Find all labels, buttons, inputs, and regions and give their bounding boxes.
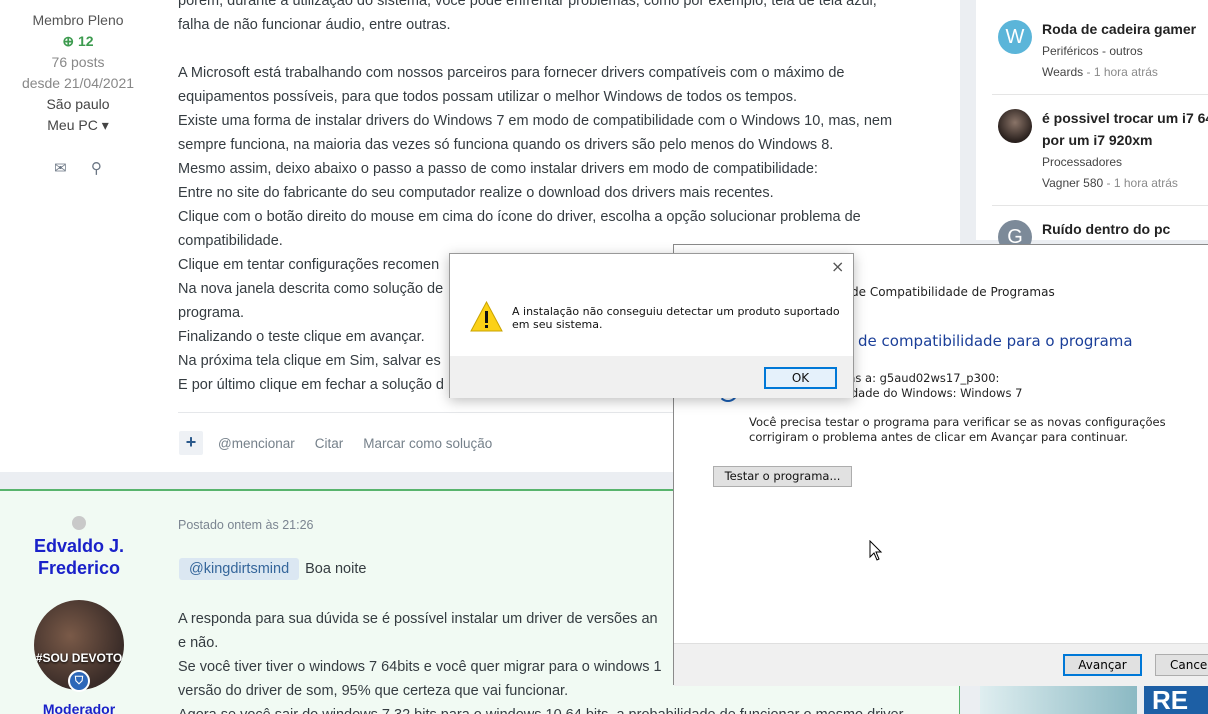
my-pc-label: Meu PC [47, 117, 98, 133]
wizard-setting-line: adas a: g5aud02ws17_p300: [834, 371, 1000, 385]
dialog-message: A instalação não conseguiu detectar um p… [512, 305, 840, 331]
test-program-button[interactable]: Testar o programa... [713, 466, 852, 487]
mark-solution-link[interactable]: Marcar como solução [363, 436, 492, 451]
topic-title[interactable]: é possivel trocar um i7 640 [1042, 107, 1208, 129]
post-paragraph: A Microsoft está trabalhando com nossos … [178, 65, 845, 105]
author-role: Moderador [42, 701, 116, 714]
topic-title[interactable]: Roda de cadeira gamer [1042, 18, 1208, 40]
author-location: São paulo [46, 96, 110, 112]
post-paragraph: Mesmo assim, deixo abaixo o passo a pass… [178, 161, 818, 177]
member-since: desde 21/04/2021 [21, 75, 135, 91]
warning-icon [470, 301, 503, 332]
topic-title-line2[interactable]: por um i7 920xm [1042, 129, 1208, 151]
topic-meta: Vagner 580 - 1 hora atrás [1042, 176, 1178, 190]
post-actions: + @mencionar Citar Marcar como solução [179, 431, 512, 455]
ad-banner[interactable] [980, 684, 1137, 714]
user-mention[interactable]: @kingdirtsmind [179, 558, 300, 580]
caret-down-icon: ▾ [101, 117, 109, 133]
topic-meta: Weards - 1 hora atrás [1042, 65, 1158, 79]
multiquote-button[interactable]: + [179, 431, 203, 455]
mouse-cursor-icon [869, 540, 883, 561]
plus-circle-icon: ⊕ [62, 33, 75, 49]
avatar [998, 109, 1032, 143]
ok-button[interactable]: OK [764, 367, 837, 389]
post-paragraph: porém, durante a utilização do sistema, … [178, 0, 877, 9]
recent-topics-card: W Roda de cadeira gamer Periféricos - ou… [976, 0, 1208, 254]
wizard-description: Você precisa testar o programa para veri… [749, 415, 1166, 444]
quote-link[interactable]: Citar [315, 436, 344, 451]
divider [992, 94, 1208, 95]
topic-category[interactable]: Periféricos - outros [1042, 44, 1143, 58]
topic-user[interactable]: Weards [1042, 65, 1083, 79]
post-paragraph: Existe uma forma de instalar drivers do … [178, 113, 893, 153]
divider [992, 205, 1208, 206]
reputation-badge: ⊕ 12 [0, 31, 156, 52]
post-greeting: @kingdirtsmind Boa noite [179, 558, 366, 580]
error-dialog: × A instalação não conseguiu detectar um… [449, 253, 854, 398]
author-rank: Membro Pleno [32, 12, 124, 28]
topic-category[interactable]: Processadores [1042, 155, 1122, 169]
online-status-dot [72, 516, 86, 530]
wizard-heading: de compatibilidade para o programa [858, 332, 1133, 350]
topic-title[interactable]: Ruído dentro do pc [1042, 218, 1208, 240]
avatar: W [998, 20, 1032, 54]
topic-time: 1 hora atrás [1093, 65, 1158, 79]
avatar-text: #SOU DEVOTO [35, 651, 123, 665]
post-paragraph: Agora se você sair do windows 7 32 bits … [178, 703, 923, 714]
wizard-setting-line: bilidade do Windows: Windows 7 [834, 386, 1023, 400]
close-icon[interactable]: × [831, 257, 844, 276]
topic-time: 1 hora atrás [1113, 176, 1178, 190]
post-paragraph: Entre no site do fabricante do seu compu… [178, 185, 774, 201]
author-name[interactable]: Edvaldo J. Frederico [0, 535, 158, 579]
post-count: 76 posts [51, 54, 105, 70]
wizard-title: de Compatibilidade de Programas [851, 285, 1055, 299]
reputation-count: 12 [78, 33, 94, 49]
cancel-button[interactable]: Cancela [1155, 654, 1208, 676]
greeting-text: Boa noite [305, 561, 367, 577]
my-pc-dropdown[interactable]: Meu PC ▾ [0, 115, 156, 136]
search-icon[interactable]: ⚲ [91, 158, 102, 179]
envelope-icon[interactable]: ✉ [54, 158, 67, 179]
post-paragraph: falha de não funcionar áudio, entre outr… [178, 17, 451, 33]
topic-user[interactable]: Vagner 580 [1042, 176, 1103, 190]
moderator-shield-icon: ⛉ [68, 670, 90, 692]
post-timestamp[interactable]: Postado ontem às 21:26 [178, 518, 314, 532]
ad-banner[interactable]: RE [1144, 684, 1208, 714]
mention-link[interactable]: @mencionar [218, 436, 295, 451]
author-icons: ✉ ⚲ [0, 158, 156, 179]
next-button[interactable]: Avançar [1063, 654, 1142, 676]
